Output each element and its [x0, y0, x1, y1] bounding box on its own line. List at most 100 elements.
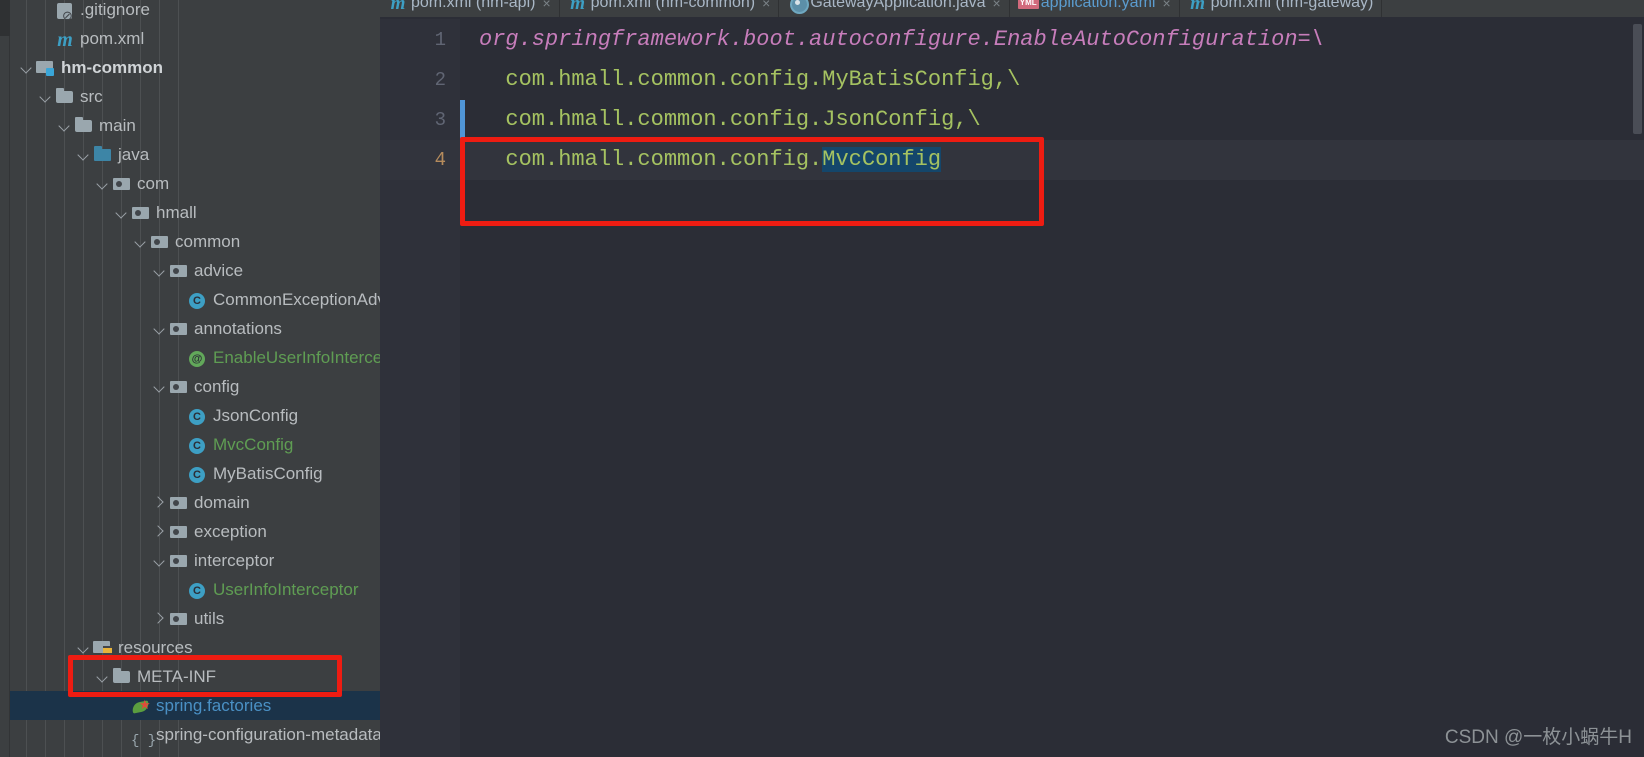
tree-row[interactable]: com — [10, 169, 380, 198]
chevron-down-icon[interactable] — [151, 372, 168, 401]
tree-row[interactable]: META-INF — [10, 662, 380, 691]
tree-row[interactable]: CommonExceptionAdvice — [10, 285, 380, 314]
tree-row-label: com — [137, 174, 170, 193]
tree-row[interactable]: advice — [10, 256, 380, 285]
tree-row[interactable]: main — [10, 111, 380, 140]
editor-vertical-scrollbar[interactable] — [1633, 24, 1642, 134]
code-line[interactable]: org.springframework.boot.autoconfigure.E… — [465, 20, 1644, 60]
editor-tab[interactable]: pom.xml (hm-api) × — [380, 0, 560, 17]
chevron-down-icon[interactable] — [113, 198, 130, 227]
chevron-right-icon[interactable] — [151, 488, 168, 517]
editor-tab[interactable]: pom.xml (hm-common) × — [560, 0, 780, 17]
chevron-right-icon[interactable] — [151, 604, 168, 633]
line-number: 2 — [434, 69, 446, 91]
editor-tab[interactable]: GatewayApplication.java × — [779, 0, 1010, 17]
tree-row[interactable]: interceptor — [10, 546, 380, 575]
tree-row[interactable]: config — [10, 372, 380, 401]
chevron-down-icon[interactable] — [18, 53, 35, 82]
tree-row[interactable]: common — [10, 227, 380, 256]
chevron-down-icon[interactable] — [75, 633, 92, 662]
package-icon — [149, 227, 171, 256]
spring-boot-icon — [787, 0, 810, 17]
tree-row-selected[interactable]: spring.factories — [10, 691, 380, 720]
tree-row[interactable]: pom.xml — [10, 24, 380, 55]
chevron-down-icon[interactable] — [94, 169, 111, 198]
maven-file-icon — [54, 24, 76, 55]
tree-row[interactable]: spring-configuration-metadata — [10, 720, 380, 756]
tree-row[interactable]: UserInfoInterceptor — [10, 575, 380, 604]
package-icon — [168, 517, 190, 546]
spring-leaf-icon — [130, 691, 152, 720]
editor-tab-label: GatewayApplication.java — [810, 0, 986, 11]
close-icon[interactable]: × — [542, 0, 550, 11]
chevron-down-icon[interactable] — [37, 82, 54, 111]
project-tool-window[interactable]: .gitignore pom.xml hm-common src main java com… — [10, 0, 380, 757]
code-line[interactable]: com.hmall.common.config.MvcConfig — [465, 140, 1644, 180]
tree-row[interactable]: .gitignore — [10, 0, 380, 30]
tree-row[interactable]: JsonConfig — [10, 401, 380, 430]
editor-gutter[interactable]: 1 2 3 4 — [380, 19, 460, 757]
editor-tab-bar[interactable]: pom.xml (hm-api)×pom.xml (hm-common)×Gat… — [380, 0, 1644, 18]
tree-row[interactable]: resources — [10, 633, 380, 662]
chevron-down-icon[interactable] — [151, 256, 168, 285]
tree-row-label: MyBatisConfig — [213, 464, 323, 483]
tree-row-label: interceptor — [194, 551, 275, 570]
tree-row-label: src — [80, 87, 103, 106]
tree-row-label: hmall — [156, 203, 197, 222]
tree-row[interactable]: MvcConfig — [10, 430, 380, 459]
ide-window: .gitignore pom.xml hm-common src main java com… — [0, 0, 1644, 757]
editor-tab[interactable]: pom.xml (hm-gateway) — [1180, 0, 1383, 17]
close-icon[interactable]: × — [1162, 0, 1170, 11]
chevron-down-icon[interactable] — [132, 227, 149, 256]
code-line[interactable]: com.hmall.common.config.MyBatisConfig,\ — [465, 60, 1644, 100]
selected-text[interactable]: MvcConfig — [822, 147, 942, 172]
line-number: 4 — [434, 149, 446, 171]
tree-row[interactable]: hmall — [10, 198, 380, 227]
code-line-text: com.hmall.common.config. — [479, 147, 823, 172]
line-number: 1 — [434, 29, 446, 51]
java-class-icon — [187, 459, 209, 488]
tree-row[interactable]: domain — [10, 488, 380, 517]
metadata-json-icon — [130, 720, 152, 756]
chevron-down-icon[interactable] — [94, 662, 111, 691]
tree-row-label: common — [175, 232, 241, 251]
chevron-down-icon[interactable] — [75, 140, 92, 169]
chevron-down-icon[interactable] — [151, 546, 168, 575]
tree-row[interactable]: utils — [10, 604, 380, 633]
code-line[interactable]: com.hmall.common.config.JsonConfig,\ — [465, 100, 1644, 140]
tree-row[interactable]: hm-common — [10, 53, 380, 82]
tree-row[interactable]: MyBatisConfig — [10, 459, 380, 488]
chevron-down-icon[interactable] — [56, 111, 73, 140]
editor-tab-label: pom.xml (hm-api) — [411, 0, 536, 11]
annotation-icon — [187, 343, 209, 372]
tree-row-label: domain — [194, 493, 250, 512]
tree-row[interactable]: annotations — [10, 314, 380, 343]
tree-row-label: main — [99, 116, 136, 135]
chevron-down-icon[interactable] — [151, 314, 168, 343]
tree-row-label: hm-common — [61, 58, 163, 77]
close-icon[interactable]: × — [993, 0, 1001, 11]
code-line-text: com.hmall.common.config.MyBatisConfig,\ — [479, 67, 1021, 92]
tree-row[interactable]: java — [10, 140, 380, 169]
vcs-change-marker[interactable] — [460, 100, 465, 180]
editor-code-surface[interactable]: org.springframework.boot.autoconfigure.E… — [465, 19, 1644, 757]
close-icon[interactable]: × — [762, 0, 770, 11]
tree-row[interactable]: EnableUserInfoIntercept — [10, 343, 380, 372]
chevron-right-icon[interactable] — [151, 517, 168, 546]
tree-row[interactable]: exception — [10, 517, 380, 546]
editor-tab[interactable]: application.yaml × — [1010, 0, 1180, 17]
tree-row[interactable]: src — [10, 82, 380, 111]
